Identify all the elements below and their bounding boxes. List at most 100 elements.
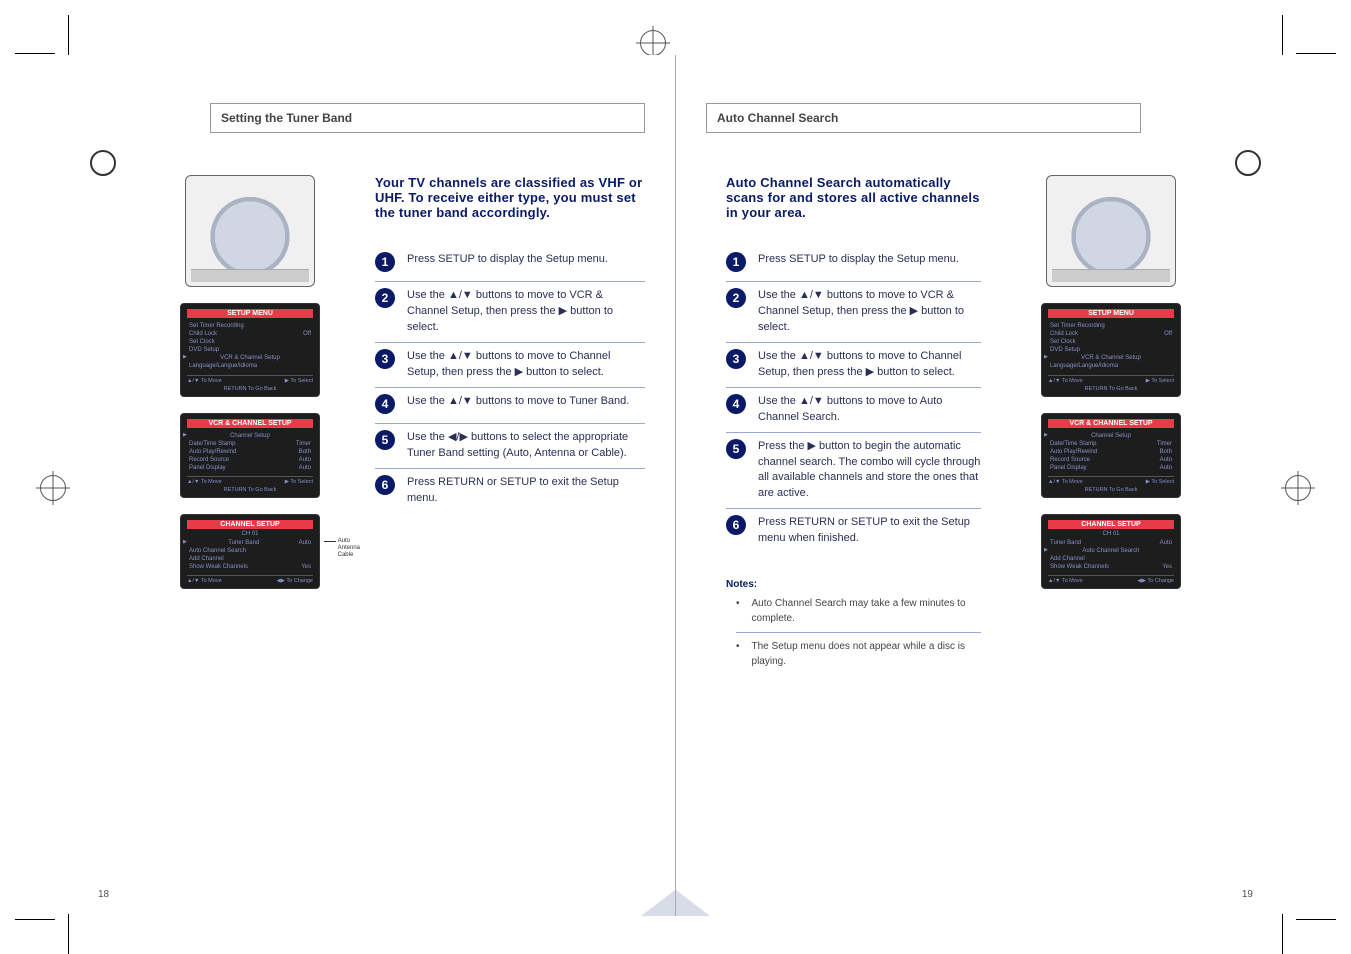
osd-title: CHANNEL SETUP xyxy=(1048,520,1174,529)
crop-mark xyxy=(68,914,69,954)
osd-row: Date/Time StampTimer xyxy=(181,440,319,448)
step-list: 1 Press SETUP to display the Setup menu.… xyxy=(375,250,645,512)
step-item: 5 Use the ◀/▶ buttons to select the appr… xyxy=(375,428,645,469)
osd-row: Set Timer Recording xyxy=(1042,322,1180,330)
osd-row: Child LockOff xyxy=(181,330,319,338)
osd-row: Add Channel xyxy=(181,555,319,563)
osd-row: Set Timer Recording xyxy=(181,322,319,330)
step-text: Press RETURN or SETUP to exit the Setup … xyxy=(407,475,645,507)
osd-row: Language/Langue/Idioma xyxy=(181,362,319,370)
osd-footer: ▲/▼ To Move▶ To Select xyxy=(187,476,313,485)
step-list: 1 Press SETUP to display the Setup menu.… xyxy=(726,250,981,553)
osd-row: Show Weak ChannelsYes xyxy=(181,563,319,571)
step-text: Press SETUP to display the Setup menu. xyxy=(407,252,645,268)
steps-column: Auto Channel Search automatically scans … xyxy=(726,175,981,679)
crop-mark xyxy=(1296,919,1336,920)
callout-label: Auto xyxy=(338,538,360,545)
osd-title: VCR & CHANNEL SETUP xyxy=(1048,419,1174,428)
osd-row: VCR & Channel Setup xyxy=(181,354,319,362)
step-item: 4 Use the ▲/▼ buttons to move to Tuner B… xyxy=(375,392,645,424)
gear-icon xyxy=(1235,150,1261,176)
step-text: Press SETUP to display the Setup menu. xyxy=(758,252,981,268)
step-text: Use the ▲/▼ buttons to move to Auto Chan… xyxy=(758,394,981,426)
step-number: 3 xyxy=(375,349,395,369)
osd-title: VCR & CHANNEL SETUP xyxy=(187,419,313,428)
step-text: Use the ◀/▶ buttons to select the approp… xyxy=(407,430,645,462)
step-number: 4 xyxy=(726,394,746,414)
osd-channel-setup: CHANNEL SETUPCH 01Tuner BandAutoAuto Cha… xyxy=(1041,514,1181,589)
osd-row: Record SourceAuto xyxy=(181,456,319,464)
osd-row: Auto Channel Search xyxy=(181,547,319,555)
step-text: Use the ▲/▼ buttons to move to Channel S… xyxy=(758,349,981,381)
osd-row: Tuner BandAuto xyxy=(181,539,319,547)
crop-mark xyxy=(15,53,55,54)
step-text: Press RETURN or SETUP to exit the Setup … xyxy=(758,515,981,547)
osd-row: Date/Time StampTimer xyxy=(1042,440,1180,448)
note-item: Auto Channel Search may take a few minut… xyxy=(736,594,981,633)
gear-icon xyxy=(90,150,116,176)
step-item: 3 Use the ▲/▼ buttons to move to Channel… xyxy=(375,347,645,388)
step-number: 2 xyxy=(375,288,395,308)
osd-row: Auto Play/RewindBoth xyxy=(181,448,319,456)
note-item: The Setup menu does not appear while a d… xyxy=(736,637,981,675)
step-text: Use the ▲/▼ buttons to move to VCR & Cha… xyxy=(407,288,645,336)
osd-setup-menu: SETUP MENUSet Timer RecordingChild LockO… xyxy=(1041,303,1181,397)
osd-row: Panel DisplayAuto xyxy=(181,464,319,472)
notes-list: Auto Channel Search may take a few minut… xyxy=(726,594,981,675)
osd-row: Language/Langue/Idioma xyxy=(1042,362,1180,370)
osd-row: Channel Setup xyxy=(181,432,319,440)
osd-footer: RETURN To Go Back xyxy=(181,386,319,394)
remote-illustration xyxy=(1046,175,1176,287)
osd-row: Show Weak ChannelsYes xyxy=(1042,563,1180,571)
crop-mark xyxy=(1296,53,1336,54)
step-item: 5 Press the ▶ button to begin the automa… xyxy=(726,437,981,510)
step-item: 2 Use the ▲/▼ buttons to move to VCR & C… xyxy=(375,286,645,343)
step-number: 1 xyxy=(375,252,395,272)
osd-subheader: CH 01 xyxy=(181,531,319,537)
step-item: 6 Press RETURN or SETUP to exit the Setu… xyxy=(726,513,981,553)
crop-mark xyxy=(1282,15,1283,55)
intro-text: Auto Channel Search automatically scans … xyxy=(726,175,981,220)
step-number: 6 xyxy=(726,515,746,535)
page-left: Setting the Tuner Band SETUP MENUSet Tim… xyxy=(70,55,675,916)
figure-column: SETUP MENUSet Timer RecordingChild LockO… xyxy=(1001,175,1221,605)
osd-row: Channel Setup xyxy=(1042,432,1180,440)
step-item: 1 Press SETUP to display the Setup menu. xyxy=(726,250,981,282)
crop-mark xyxy=(68,15,69,55)
crop-mark xyxy=(1282,914,1283,954)
step-text: Use the ▲/▼ buttons to move to VCR & Cha… xyxy=(758,288,981,336)
osd-footer: ▲/▼ To Move▶ To Select xyxy=(1048,476,1174,485)
step-number: 1 xyxy=(726,252,746,272)
osd-row: Auto Channel Search xyxy=(1042,547,1180,555)
osd-footer: ▲/▼ To Move◀▶ To Change xyxy=(1048,575,1174,584)
registration-mark-icon xyxy=(640,30,666,56)
registration-mark-icon xyxy=(40,475,66,501)
intro-text: Your TV channels are classified as VHF o… xyxy=(375,175,645,220)
osd-footer: ▲/▼ To Move▶ To Select xyxy=(1048,375,1174,384)
page-spread: Setting the Tuner Band SETUP MENUSet Tim… xyxy=(70,55,1281,916)
step-item: 4 Use the ▲/▼ buttons to move to Auto Ch… xyxy=(726,392,981,433)
step-number: 4 xyxy=(375,394,395,414)
osd-setup-menu: SETUP MENUSet Timer RecordingChild LockO… xyxy=(180,303,320,397)
step-item: 2 Use the ▲/▼ buttons to move to VCR & C… xyxy=(726,286,981,343)
step-number: 6 xyxy=(375,475,395,495)
registration-mark-icon xyxy=(1285,475,1311,501)
osd-footer: ▲/▼ To Move◀▶ To Change xyxy=(187,575,313,584)
osd-row: DVD Setup xyxy=(181,346,319,354)
callout-label: Antenna xyxy=(338,545,360,552)
step-item: 6 Press RETURN or SETUP to exit the Setu… xyxy=(375,473,645,513)
step-number: 5 xyxy=(726,439,746,459)
page-right: Auto Channel Search Auto Channel Search … xyxy=(676,55,1281,916)
step-text: Press the ▶ button to begin the automati… xyxy=(758,439,981,503)
step-number: 3 xyxy=(726,349,746,369)
osd-subheader: CH 01 xyxy=(1042,531,1180,537)
osd-row: Set Clock xyxy=(181,338,319,346)
osd-title: SETUP MENU xyxy=(1048,309,1174,318)
osd-footer: RETURN To Go Back xyxy=(1042,487,1180,495)
dogear-icon xyxy=(641,890,675,916)
osd-row: Record SourceAuto xyxy=(1042,456,1180,464)
page-title: Auto Channel Search xyxy=(706,103,1141,133)
page-title: Setting the Tuner Band xyxy=(210,103,645,133)
step-text: Use the ▲/▼ buttons to move to Channel S… xyxy=(407,349,645,381)
notes-section: Notes: Auto Channel Search may take a fe… xyxy=(726,577,981,675)
